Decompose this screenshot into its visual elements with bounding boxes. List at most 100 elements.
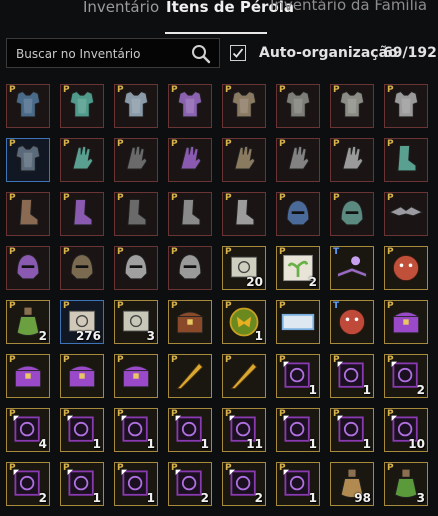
inventory-slot[interactable]: P bbox=[384, 84, 428, 128]
pearl-item-mark: P bbox=[387, 355, 394, 365]
inventory-slot[interactable]: P bbox=[114, 84, 158, 128]
inventory-slot[interactable]: P bbox=[222, 138, 266, 182]
pearl-item-mark: P bbox=[171, 355, 178, 365]
auto-organize-checkbox[interactable] bbox=[230, 45, 246, 61]
tab-inventory[interactable]: Inventário bbox=[83, 0, 159, 15]
inventory-slot[interactable]: P1 bbox=[276, 462, 320, 506]
inventory-slot[interactable]: P3 bbox=[384, 462, 428, 506]
inventory-slot[interactable]: P1 bbox=[222, 300, 266, 344]
inventory-slot[interactable]: P1 bbox=[330, 354, 374, 398]
inventory-slot[interactable]: P bbox=[60, 138, 104, 182]
pearl-item-mark: P bbox=[171, 301, 178, 311]
inventory-slot[interactable]: P bbox=[330, 192, 374, 236]
pearl-item-mark: P bbox=[279, 247, 286, 257]
magic-book-icon bbox=[337, 256, 367, 278]
search-icon[interactable] bbox=[191, 44, 211, 64]
inventory-slot[interactable]: P 20 bbox=[222, 246, 266, 290]
inventory-slot[interactable]: T bbox=[330, 246, 374, 290]
inventory-slot[interactable]: P1 bbox=[60, 462, 104, 506]
inventory-slot[interactable]: P bbox=[6, 246, 50, 290]
inventory-slot[interactable]: P1 bbox=[330, 408, 374, 452]
inventory-slot[interactable]: P bbox=[114, 192, 158, 236]
pearl-item-mark: P bbox=[225, 247, 232, 257]
pearl-item-mark: P bbox=[9, 355, 16, 365]
inventory-slot[interactable]: P bbox=[168, 300, 212, 344]
inventory-slot[interactable]: P4 bbox=[6, 408, 50, 452]
inventory-slot[interactable]: P1 bbox=[114, 408, 158, 452]
checkmark-icon bbox=[232, 48, 244, 58]
inventory-slot[interactable]: P bbox=[222, 84, 266, 128]
inventory-slot[interactable]: P bbox=[276, 84, 320, 128]
inventory-slot[interactable]: P1 bbox=[276, 408, 320, 452]
item-quantity: 20 bbox=[246, 275, 263, 289]
inventory-slot[interactable]: P1 bbox=[60, 408, 104, 452]
inventory-slot[interactable]: P2 bbox=[6, 462, 50, 506]
inventory-slot[interactable]: P bbox=[6, 354, 50, 398]
pearl-item-mark: T bbox=[333, 247, 340, 257]
item-quantity: 2 bbox=[308, 275, 317, 289]
pearl-item-mark: P bbox=[225, 355, 232, 365]
inventory-slot[interactable]: P 10 bbox=[384, 408, 428, 452]
active-tab-indicator bbox=[165, 32, 267, 34]
inventory-slot[interactable]: P bbox=[60, 192, 104, 236]
inventory-slot[interactable]: P2 bbox=[168, 462, 212, 506]
inventory-slot[interactable]: P bbox=[330, 138, 374, 182]
inventory-slot[interactable]: P2 bbox=[276, 246, 320, 290]
inventory-slot[interactable]: P bbox=[168, 246, 212, 290]
inventory-slot[interactable]: P bbox=[60, 246, 104, 290]
pearl-item-mark: P bbox=[171, 85, 178, 95]
inventory-slot[interactable]: P2 bbox=[6, 300, 50, 344]
inventory-slot[interactable]: P bbox=[6, 84, 50, 128]
inventory-slot[interactable]: 98 bbox=[330, 462, 374, 506]
inventory-slot[interactable]: P bbox=[384, 138, 428, 182]
inventory-slot[interactable]: P bbox=[6, 138, 50, 182]
search-input[interactable]: Buscar no Inventário bbox=[6, 38, 220, 68]
pearl-item-mark: P bbox=[279, 463, 286, 473]
inventory-slot[interactable]: P bbox=[6, 192, 50, 236]
inventory-slot[interactable]: P bbox=[384, 192, 428, 236]
inventory-slot[interactable]: P bbox=[384, 246, 428, 290]
auto-organize-label[interactable]: Auto-organização bbox=[259, 45, 398, 61]
inventory-slot[interactable]: P bbox=[168, 354, 212, 398]
item-quantity: 1 bbox=[254, 329, 263, 343]
item-quantity: 11 bbox=[246, 437, 263, 451]
inventory-slot[interactable]: P bbox=[168, 84, 212, 128]
pearl-item-mark: P bbox=[387, 139, 394, 149]
inventory-slot[interactable]: P bbox=[276, 138, 320, 182]
inventory-slot[interactable]: P bbox=[222, 354, 266, 398]
pearl-item-mark: P bbox=[9, 247, 16, 257]
item-quantity: 2 bbox=[38, 491, 47, 505]
inventory-slot[interactable]: P bbox=[330, 84, 374, 128]
inventory-capacity: 69/192 bbox=[383, 45, 437, 61]
inventory-slot[interactable]: P bbox=[114, 246, 158, 290]
item-quantity: 2 bbox=[254, 491, 263, 505]
inventory-slot[interactable]: P1 bbox=[276, 354, 320, 398]
pearl-item-mark: P bbox=[333, 193, 340, 203]
pearl-item-mark: P bbox=[117, 247, 124, 257]
pearl-item-mark: P bbox=[387, 409, 394, 419]
pearl-item-mark: P bbox=[171, 193, 178, 203]
inventory-slot[interactable]: P2 bbox=[222, 462, 266, 506]
pearl-item-mark: P bbox=[117, 355, 124, 365]
inventory-slot[interactable]: P bbox=[60, 354, 104, 398]
inventory-slot[interactable]: P2 bbox=[384, 354, 428, 398]
inventory-slot[interactable]: P3 bbox=[114, 300, 158, 344]
item-quantity: 1 bbox=[308, 491, 317, 505]
inventory-slot[interactable]: P bbox=[114, 138, 158, 182]
tab-family-inventory[interactable]: Inventário da Família bbox=[270, 0, 427, 13]
inventory-slot[interactable]: P bbox=[276, 192, 320, 236]
inventory-slot[interactable]: P bbox=[222, 192, 266, 236]
inventory-slot[interactable]: P 276 bbox=[60, 300, 104, 344]
inventory-slot[interactable]: P bbox=[384, 300, 428, 344]
inventory-slot[interactable]: P bbox=[168, 192, 212, 236]
inventory-slot[interactable]: P 11 bbox=[222, 408, 266, 452]
inventory-slot[interactable]: P1 bbox=[168, 408, 212, 452]
inventory-slot[interactable]: P bbox=[114, 354, 158, 398]
item-quantity: 3 bbox=[416, 491, 425, 505]
inventory-slot[interactable]: P bbox=[60, 84, 104, 128]
inventory-slot[interactable]: P bbox=[276, 300, 320, 344]
inventory-slot[interactable]: T bbox=[330, 300, 374, 344]
pearl-item-mark: P bbox=[117, 139, 124, 149]
inventory-slot[interactable]: P bbox=[168, 138, 212, 182]
inventory-slot[interactable]: P1 bbox=[114, 462, 158, 506]
